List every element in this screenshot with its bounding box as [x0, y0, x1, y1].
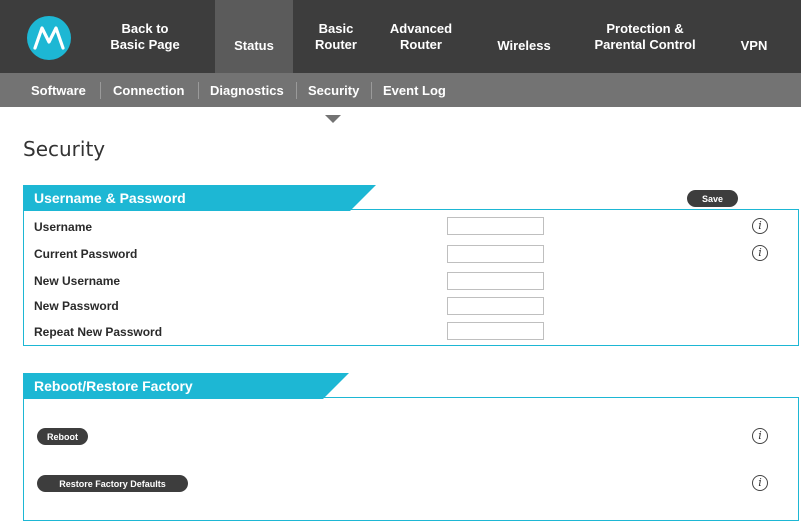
restore-factory-defaults-button[interactable]: Restore Factory Defaults [37, 475, 188, 492]
reboot-panel-header: Reboot/Restore Factory [23, 373, 349, 399]
subnav-security[interactable]: Security [308, 73, 359, 107]
nav-wireless[interactable]: Wireless [478, 0, 570, 73]
new-username-input[interactable] [447, 272, 544, 290]
nav-back-to-basic[interactable]: Back to Basic Page [96, 0, 194, 73]
subnav-divider [296, 82, 297, 99]
username-label: Username [34, 220, 93, 234]
reboot-panel: Reboot/Restore Factory Reboot i Restore … [23, 373, 799, 521]
nav-back-to-basic-label: Back to Basic Page [110, 20, 180, 52]
sub-navigation: Software Connection Diagnostics Security… [0, 73, 801, 107]
repeat-new-password-label: Repeat New Password [34, 325, 163, 339]
reboot-button[interactable]: Reboot [37, 428, 88, 445]
subnav-connection-label: Connection [113, 82, 185, 98]
subnav-diagnostics[interactable]: Diagnostics [210, 73, 284, 107]
new-password-label: New Password [34, 299, 119, 313]
nav-status[interactable]: Status [215, 0, 293, 73]
top-navigation: Back to Basic Page Status Basic Router A… [0, 0, 801, 73]
subnav-software-label: Software [31, 82, 86, 98]
new-password-input[interactable] [447, 297, 544, 315]
page-title: Security [23, 137, 106, 161]
batwing-icon [33, 26, 65, 50]
active-tab-caret-icon [325, 115, 341, 123]
nav-advanced-router[interactable]: Advanced Router [373, 0, 469, 73]
nav-wireless-label: Wireless [497, 37, 551, 53]
nav-protection-parental-label: Protection & Parental Control [594, 20, 696, 52]
nav-advanced-router-label: Advanced Router [389, 20, 453, 52]
save-button[interactable]: Save [687, 190, 738, 207]
subnav-event-log-label: Event Log [383, 82, 446, 98]
subnav-security-label: Security [308, 82, 360, 98]
nav-basic-router[interactable]: Basic Router [300, 0, 372, 73]
credentials-panel: Username & Password Save Username i Curr… [23, 185, 799, 346]
reboot-info-icon[interactable]: i [752, 428, 768, 444]
username-input[interactable] [447, 217, 544, 235]
new-username-label: New Username [34, 274, 121, 288]
nav-vpn-label: VPN [740, 37, 768, 53]
current-password-label: Current Password [34, 247, 138, 261]
nav-basic-router-label: Basic Router [315, 20, 357, 52]
restore-info-icon[interactable]: i [752, 475, 768, 491]
repeat-new-password-input[interactable] [447, 322, 544, 340]
subnav-divider [100, 82, 101, 99]
current-password-info-icon[interactable]: i [752, 245, 768, 261]
subnav-diagnostics-label: Diagnostics [210, 82, 284, 98]
nav-protection-parental[interactable]: Protection & Parental Control [576, 0, 714, 73]
motorola-logo-icon[interactable] [27, 16, 71, 60]
subnav-divider [198, 82, 199, 99]
subnav-divider [371, 82, 372, 99]
subnav-connection[interactable]: Connection [113, 73, 185, 107]
nav-status-label: Status [234, 37, 274, 53]
subnav-software[interactable]: Software [31, 73, 86, 107]
subnav-event-log[interactable]: Event Log [383, 73, 446, 107]
credentials-panel-header: Username & Password [23, 185, 376, 211]
username-info-icon[interactable]: i [752, 218, 768, 234]
nav-vpn[interactable]: VPN [718, 0, 790, 73]
current-password-input[interactable] [447, 245, 544, 263]
